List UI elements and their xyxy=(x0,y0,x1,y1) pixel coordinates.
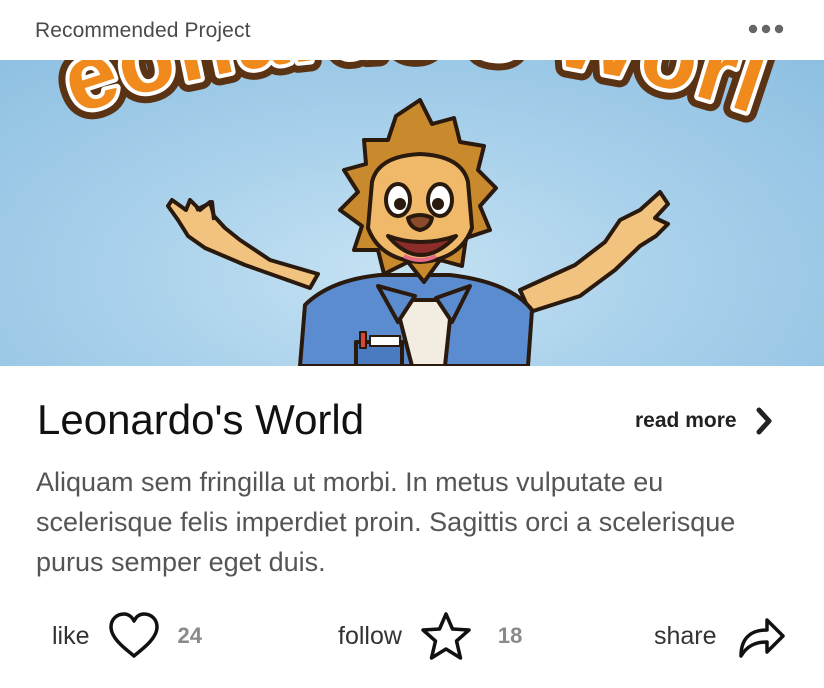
card-header-title: Recommended Project xyxy=(35,19,251,42)
svg-text:Leonardo's World: Leonardo's World xyxy=(0,60,780,133)
like-label: like xyxy=(52,621,90,650)
follow-count: 18 xyxy=(497,623,523,648)
recommended-project-card: Recommended Project Leonardo's World Leo… xyxy=(0,0,824,688)
project-hero-image[interactable]: Leonardo's World Leonardo's World xyxy=(0,60,824,366)
read-more-label: read more xyxy=(635,409,737,432)
more-horizontal-icon xyxy=(748,24,784,34)
share-label: share xyxy=(654,621,717,650)
more-menu-button[interactable] xyxy=(744,18,788,40)
card-header: Recommended Project xyxy=(0,0,824,60)
chevron-right-icon xyxy=(756,407,772,435)
share-button[interactable]: share xyxy=(654,608,787,664)
star-icon xyxy=(421,612,471,660)
lion-face xyxy=(366,152,474,264)
banner-title-lettering: Leonardo's World Leonardo's World xyxy=(0,60,789,144)
heart-icon xyxy=(108,612,159,658)
like-count: 24 xyxy=(177,623,202,648)
lion-right-arm xyxy=(518,190,670,314)
lion-left-arm xyxy=(166,198,320,290)
project-title: Leonardo's World xyxy=(37,396,365,443)
lion-shirt xyxy=(298,273,534,366)
read-more-link[interactable]: read more xyxy=(635,404,773,438)
lion-mascot-illustration: Leonardo's World Leonardo's World xyxy=(0,60,789,366)
share-arrow-icon xyxy=(738,618,785,658)
follow-label: follow xyxy=(338,621,402,650)
project-description: Aliquam sem fringilla ut morbi. In metus… xyxy=(36,467,736,577)
like-button[interactable]: like 24 xyxy=(52,608,202,664)
follow-button[interactable]: follow 18 xyxy=(338,608,522,664)
